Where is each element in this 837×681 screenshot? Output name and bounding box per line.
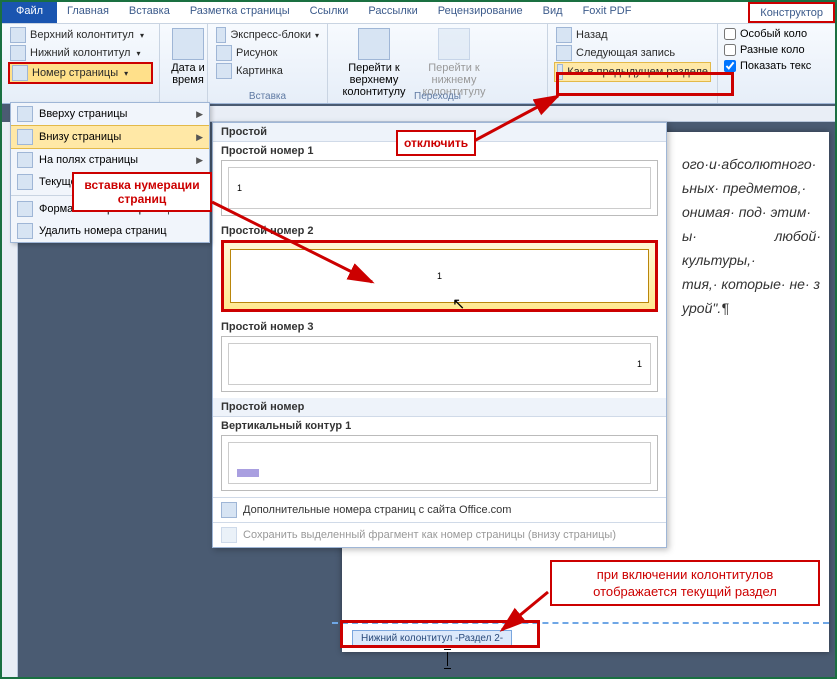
link-label: Как в предыдущем разделе	[567, 66, 708, 78]
clipart-label: Картинка	[236, 65, 283, 77]
next-label: Следующая запись	[576, 47, 675, 59]
picture-button[interactable]: Рисунок	[214, 44, 321, 62]
tab-references[interactable]: Ссылки	[300, 2, 359, 23]
showtext-label: Показать текс	[740, 60, 811, 72]
pagenum-label: Номер страницы	[32, 67, 118, 79]
nav-next-button[interactable]: Следующая запись	[554, 44, 711, 62]
margins-icon	[17, 152, 33, 168]
tab-insert[interactable]: Вставка	[119, 2, 180, 23]
sample-number: 1	[437, 271, 442, 281]
different-odd-even-checkbox[interactable]: Разные коло	[724, 42, 829, 58]
express-label: Экспресс-блоки	[230, 29, 311, 41]
page-number-gallery: Простой Простой номер 1 1 Простой номер …	[212, 122, 667, 548]
bottom-icon	[17, 129, 33, 145]
show-text-checkbox[interactable]: Показать текс	[724, 58, 829, 74]
insert-group-label: Вставка	[208, 91, 327, 102]
gallery-label-3: Простой номер 3	[213, 318, 666, 336]
header-button[interactable]: Верхний колонтитул▾	[8, 26, 153, 44]
sample-number: 1	[637, 359, 642, 369]
picture-icon	[216, 45, 232, 61]
menu-bottom-of-page[interactable]: Внизу страницы▶	[11, 125, 209, 149]
footer-button[interactable]: Нижний колонтитул▾	[8, 44, 153, 62]
diff-label: Разные коло	[740, 44, 805, 56]
tab-mailings[interactable]: Рассылки	[358, 2, 427, 23]
tab-foxit[interactable]: Foxit PDF	[573, 2, 642, 23]
datetime-icon	[172, 28, 204, 60]
special-first-checkbox[interactable]: Особый коло	[724, 26, 829, 42]
footer-section-tag[interactable]: Нижний колонтитул -Раздел 2-	[352, 630, 512, 647]
gallery-item-1[interactable]: 1	[221, 160, 658, 216]
footer-label: Нижний колонтитул	[30, 47, 130, 59]
gallery-item-2[interactable]: 1	[221, 240, 658, 312]
menu-remove-numbers[interactable]: Удалить номера страниц	[11, 220, 209, 242]
link-icon	[557, 64, 563, 80]
express-blocks-button[interactable]: Экспресс-блоки▾	[214, 26, 321, 44]
office-icon	[221, 502, 237, 518]
link-previous-button[interactable]: Как в предыдущем разделе	[554, 62, 711, 82]
gallery-save-selection: Сохранить выделенный фрагмент как номер …	[213, 522, 666, 547]
tab-constructor[interactable]: Конструктор	[748, 2, 835, 23]
header-label: Верхний колонтитул	[30, 29, 134, 41]
next-icon	[556, 45, 572, 61]
save-icon	[221, 527, 237, 543]
datetime-label: Дата и время	[166, 62, 210, 86]
callout-disable: отключить	[396, 130, 476, 156]
callout-footer-section: при включении колонтитулов отображается …	[550, 560, 820, 606]
gallery-label-vcontour: Вертикальный контур 1	[213, 417, 666, 435]
gallery-label-2: Простой номер 2	[213, 222, 666, 240]
footer-boundary	[332, 622, 829, 624]
menu-page-margins[interactable]: На полях страницы▶	[11, 149, 209, 171]
sample-number: 1	[237, 183, 242, 193]
top-icon	[17, 106, 33, 122]
clipart-button[interactable]: Картинка	[214, 62, 321, 80]
gallery-more-office[interactable]: Дополнительные номера страниц с сайта Of…	[213, 497, 666, 522]
nav-group-label: Переходы	[328, 91, 547, 102]
picture-label: Рисунок	[236, 47, 278, 59]
body-text: ого·и·абсолютного· ьных· предметов,· они…	[682, 152, 821, 320]
text-cursor	[447, 652, 448, 666]
tab-review[interactable]: Рецензирование	[428, 2, 533, 23]
back-icon	[556, 27, 572, 43]
ribbon: Верхний колонтитул▾ Нижний колонтитул▾ Н…	[2, 24, 835, 104]
tab-file[interactable]: Файл	[2, 2, 57, 23]
gallery-item-3[interactable]: 1	[221, 336, 658, 392]
gallery-heading-simplenum: Простой номер	[213, 398, 666, 417]
page-number-button[interactable]: Номер страницы▾	[8, 62, 153, 84]
remove-icon	[17, 223, 33, 239]
goto-footer-icon	[438, 28, 470, 60]
clipart-icon	[216, 63, 232, 79]
callout-insert-numbering: вставка нумерации страниц	[72, 172, 212, 212]
footer-icon	[10, 45, 26, 61]
gallery-item-vcontour[interactable]	[221, 435, 658, 491]
express-icon	[216, 27, 226, 43]
tab-home[interactable]: Главная	[57, 2, 119, 23]
back-label: Назад	[576, 29, 608, 41]
datetime-button[interactable]: Дата и время	[166, 26, 210, 86]
nav-back-button[interactable]: Назад	[554, 26, 711, 44]
tab-view[interactable]: Вид	[533, 2, 573, 23]
menu-top-of-page[interactable]: Вверху страницы▶	[11, 103, 209, 125]
header-icon	[10, 27, 26, 43]
pagenum-icon	[12, 65, 28, 81]
tab-layout[interactable]: Разметка страницы	[180, 2, 300, 23]
format-icon	[17, 201, 33, 217]
current-icon	[17, 174, 33, 190]
ribbon-tabs: Файл Главная Вставка Разметка страницы С…	[2, 2, 835, 24]
goto-header-icon	[358, 28, 390, 60]
special-label: Особый коло	[740, 28, 807, 40]
